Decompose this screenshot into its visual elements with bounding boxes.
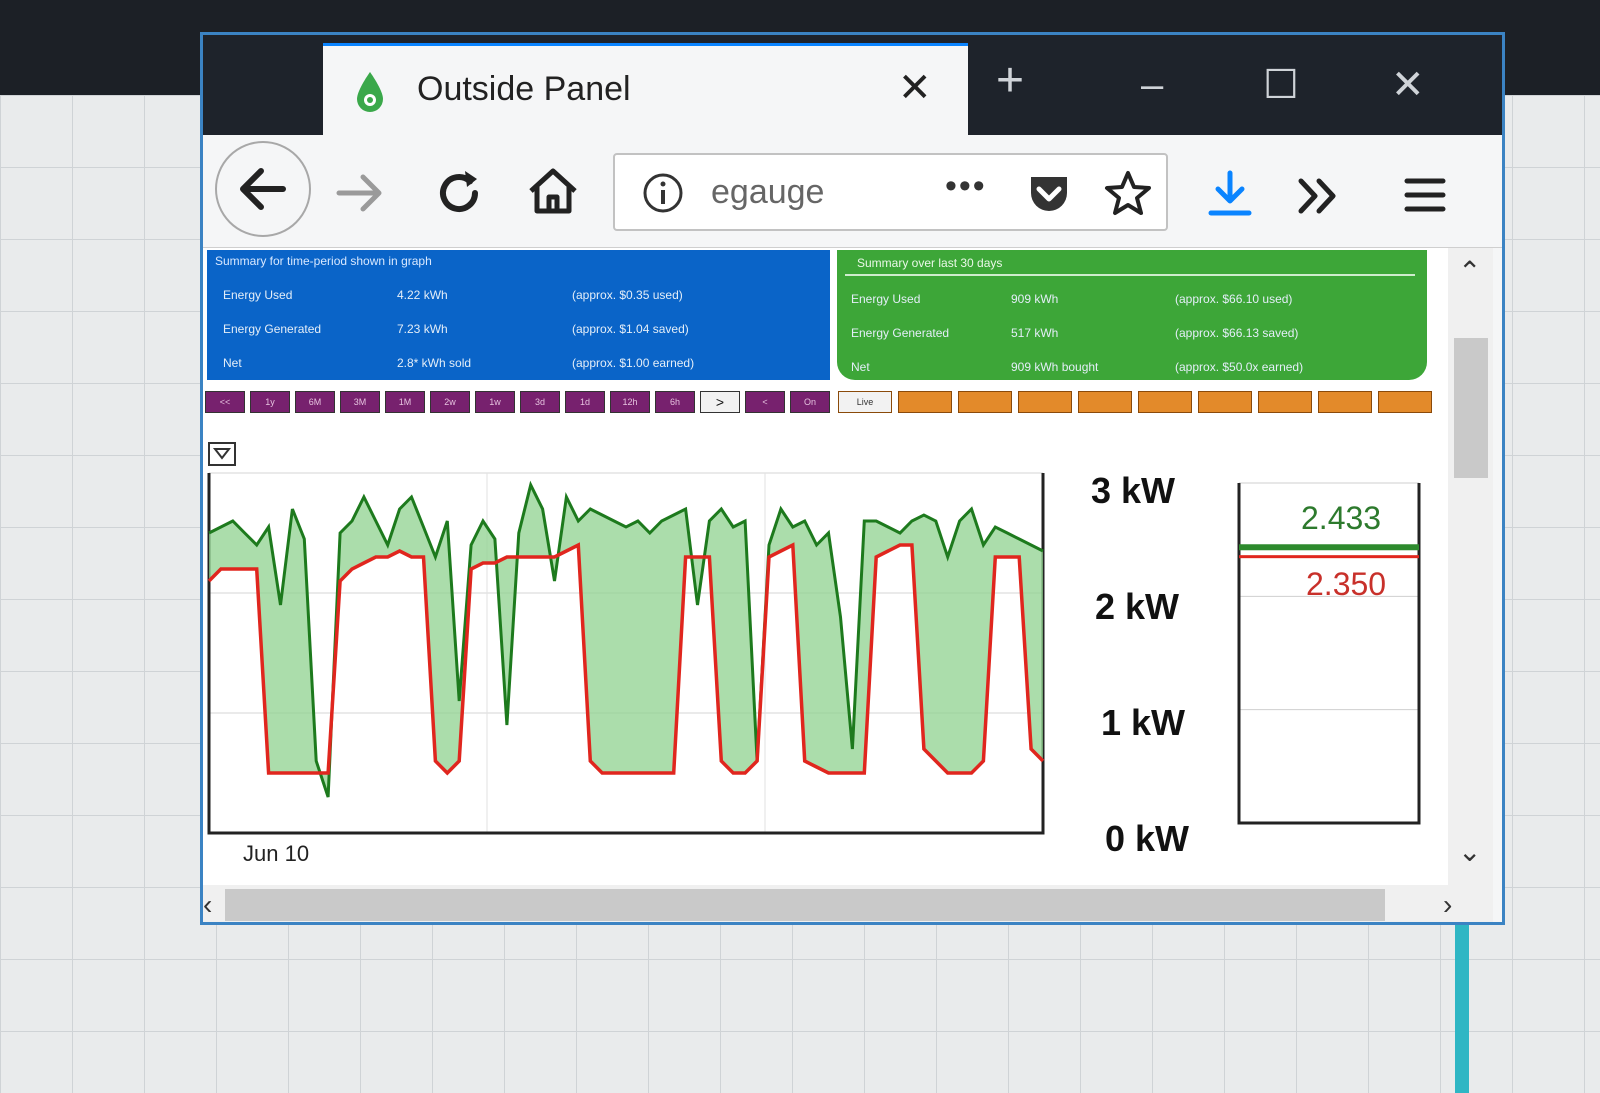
range-button[interactable]: On xyxy=(790,391,830,413)
address-bar[interactable]: egauge ••• xyxy=(613,153,1168,231)
summary-period-title: Summary for time-period shown in graph xyxy=(215,254,432,268)
range-button[interactable]: << xyxy=(205,391,245,413)
summary-value: 4.22 kWh xyxy=(397,288,448,302)
period-button[interactable] xyxy=(1078,391,1132,413)
scroll-left-icon[interactable]: ‹ xyxy=(203,891,212,919)
period-button[interactable] xyxy=(958,391,1012,413)
horizontal-scrollbar[interactable]: ‹ › xyxy=(203,885,1493,922)
downloads-icon[interactable] xyxy=(1205,169,1255,219)
period-button[interactable] xyxy=(1018,391,1072,413)
period-button[interactable] xyxy=(898,391,952,413)
tab-outside-panel[interactable]: Outside Panel ✕ xyxy=(323,43,968,135)
summary-value: 517 kWh xyxy=(1011,326,1059,340)
summary-value: 2.8* kWh sold xyxy=(397,356,472,370)
scroll-right-icon[interactable]: › xyxy=(1443,891,1452,919)
range-button[interactable]: 1d xyxy=(565,391,605,413)
period-button[interactable] xyxy=(1138,391,1192,413)
date-label: Jun 10 xyxy=(243,841,309,863)
range-button[interactable]: 6h xyxy=(655,391,695,413)
period-button[interactable] xyxy=(1318,391,1372,413)
summary-label: Energy Used xyxy=(223,288,293,302)
period-button[interactable] xyxy=(1198,391,1252,413)
tab-close-icon[interactable]: ✕ xyxy=(898,68,932,108)
back-icon xyxy=(240,168,286,210)
new-tab-button[interactable]: + xyxy=(996,57,1024,105)
horizontal-scroll-thumb[interactable] xyxy=(225,889,1385,921)
minimize-button[interactable]: – xyxy=(1141,65,1163,105)
gauge-generated-bar xyxy=(1239,544,1419,551)
time-range-buttons: << 1y 6M 3M 1M 2w 1w 3d 1d 12h 6h > < On xyxy=(205,391,830,415)
live-button[interactable]: Live xyxy=(838,391,892,413)
summary-note: (approx. $66.13 saved) xyxy=(1175,326,1299,340)
summary-label: Energy Generated xyxy=(223,322,322,336)
period-button[interactable] xyxy=(1378,391,1432,413)
y-axis-label: 3 kW xyxy=(1091,470,1176,511)
tab-bar: Outside Panel ✕ + – ☐ ✕ xyxy=(203,35,1502,135)
summary-label: Energy Used xyxy=(851,292,921,306)
close-window-button[interactable]: ✕ xyxy=(1391,65,1425,105)
range-button[interactable]: 12h xyxy=(610,391,650,413)
summary-value: 7.23 kWh xyxy=(397,322,448,336)
summary-value: 909 kWh xyxy=(1011,292,1059,306)
summary-note: (approx. $0.35 used) xyxy=(572,288,683,302)
range-button[interactable]: < xyxy=(745,391,785,413)
vertical-scrollbar[interactable]: ⌃ ⌄ xyxy=(1448,248,1493,885)
overflow-chevrons-icon[interactable] xyxy=(1293,171,1343,221)
back-button[interactable] xyxy=(215,141,311,237)
range-button[interactable]: 3d xyxy=(520,391,560,413)
period-button[interactable] xyxy=(1258,391,1312,413)
summary-label: Net xyxy=(223,356,242,370)
summary-label: Net xyxy=(851,360,870,374)
y-axis-label: 2 kW xyxy=(1095,586,1180,627)
maximize-button[interactable]: ☐ xyxy=(1263,65,1299,105)
y-axis-label: 1 kW xyxy=(1101,702,1186,743)
egauge-favicon-icon xyxy=(357,72,383,112)
generated-value: 2.433 xyxy=(1301,500,1382,536)
summary-label: Energy Generated xyxy=(851,326,950,340)
chart-menu-icon[interactable] xyxy=(208,442,236,466)
used-value: 2.350 xyxy=(1306,566,1387,602)
page-actions-icon[interactable]: ••• xyxy=(945,167,987,206)
scroll-up-icon[interactable]: ⌃ xyxy=(1458,258,1481,286)
home-icon[interactable] xyxy=(525,163,581,219)
range-button[interactable]: 1M xyxy=(385,391,425,413)
summary-note: (approx. $50.0x earned) xyxy=(1175,360,1304,374)
pocket-icon[interactable] xyxy=(1025,169,1073,217)
tab-title: Outside Panel xyxy=(417,70,631,108)
period-buttons: Live xyxy=(838,391,1438,415)
range-button[interactable]: 1y xyxy=(250,391,290,413)
range-button[interactable]: > xyxy=(700,391,740,413)
summary-30-header: Summary over last 30 days xyxy=(845,252,1415,276)
summary-note: (approx. $66.10 used) xyxy=(1175,292,1293,306)
scroll-down-icon[interactable]: ⌄ xyxy=(1458,838,1481,866)
navigation-toolbar: egauge ••• xyxy=(203,135,1502,248)
summary-30-days-panel: Summary over last 30 days Energy Used 90… xyxy=(837,250,1427,380)
info-icon[interactable] xyxy=(641,171,685,215)
desktop-background-accent xyxy=(1455,900,1469,1093)
vertical-scroll-thumb[interactable] xyxy=(1454,338,1488,478)
summary-30-title: Summary over last 30 days xyxy=(857,256,1003,270)
summary-note: (approx. $1.00 earned) xyxy=(572,356,695,370)
gauge-used-bar xyxy=(1239,555,1419,559)
range-button[interactable]: 6M xyxy=(295,391,335,413)
range-button[interactable]: 3M xyxy=(340,391,380,413)
page-content: Summary for time-period shown in graph E… xyxy=(203,248,1448,885)
power-chart[interactable]: Jun 10 xyxy=(203,433,1063,863)
url-text: egauge xyxy=(711,173,825,211)
bookmark-star-icon[interactable] xyxy=(1103,169,1153,219)
summary-value: 909 kWh bought xyxy=(1011,360,1099,374)
forward-icon[interactable] xyxy=(331,165,387,221)
summary-note: (approx. $1.04 saved) xyxy=(572,322,689,336)
summary-period-panel: Summary for time-period shown in graph E… xyxy=(207,250,830,380)
browser-window: Outside Panel ✕ + – ☐ ✕ egauge ••• Summa… xyxy=(200,32,1505,925)
range-button[interactable]: 2w xyxy=(430,391,470,413)
reload-icon[interactable] xyxy=(431,165,487,221)
range-button[interactable]: 1w xyxy=(475,391,515,413)
y-axis-label: 0 kW xyxy=(1105,818,1190,859)
menu-icon[interactable] xyxy=(1403,173,1447,217)
